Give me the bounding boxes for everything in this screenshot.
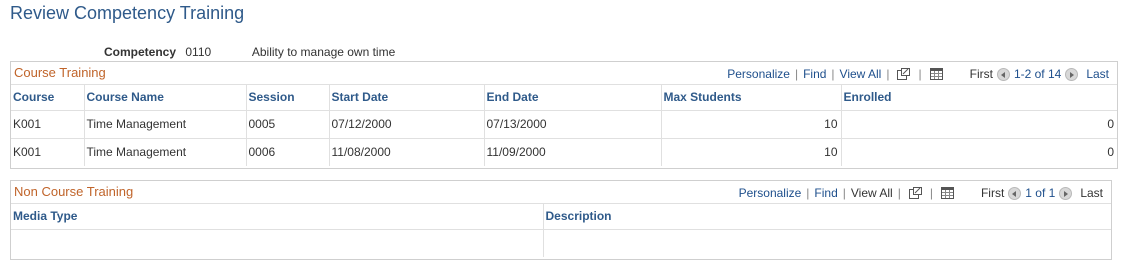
next-arrow-icon[interactable] — [1065, 67, 1079, 81]
column-header-max-students[interactable]: Max Students — [661, 85, 842, 111]
column-header-media-type[interactable]: Media Type — [11, 204, 544, 230]
non-course-training-header: Non Course Training Personalize | Find |… — [11, 181, 1111, 204]
first-label: First — [980, 186, 1005, 200]
row-count: 1 of 1 — [1025, 186, 1056, 200]
course-training-title: Course Training — [14, 65, 106, 80]
course-training-nav: Personalize | Find | View All | | First … — [727, 67, 1109, 81]
previous-arrow-icon — [1008, 186, 1022, 200]
column-header-end-date[interactable]: End Date — [484, 85, 662, 111]
row-count: 1-2 of 14 — [1013, 67, 1062, 81]
new-window-icon[interactable] — [908, 187, 922, 199]
cell-max-students: 10 — [661, 138, 842, 166]
cell-description — [543, 229, 1111, 257]
last-label: Last — [1080, 186, 1103, 200]
previous-arrow-icon[interactable] — [996, 67, 1010, 81]
cell-end-date: 07/13/2000 — [484, 110, 662, 139]
cell-enrolled: 0 — [1107, 145, 1114, 160]
new-window-icon[interactable] — [897, 68, 911, 80]
table-row: K001 Time Management 0005 07/12/2000 07/… — [11, 110, 1117, 139]
view-all-text: View All — [850, 186, 893, 200]
table-row: K001 Time Management 0006 11/08/2000 11/… — [11, 138, 1117, 166]
column-header-start-date[interactable]: Start Date — [329, 85, 485, 111]
cell-media-type — [11, 229, 544, 257]
course-training-table: Course Course Name Session Start Date En… — [11, 85, 1117, 166]
page-title: Review Competency Training — [10, 3, 245, 23]
column-header-description[interactable]: Description — [543, 204, 1111, 230]
cell-max-students: 10 — [661, 110, 842, 139]
cell-enrolled: 0 — [841, 110, 1117, 139]
column-header-course-name[interactable]: Course Name — [84, 85, 247, 111]
find-link[interactable]: Find — [803, 67, 826, 81]
competency-info: Competency 0110 Ability to manage own ti… — [104, 45, 395, 59]
cell-start-date: 07/12/2000 — [329, 110, 485, 139]
cell-course: K001 — [11, 138, 85, 166]
cell-end-date: 11/09/2000 — [484, 138, 662, 166]
column-header-course[interactable]: Course — [11, 85, 85, 111]
course-training-grid: Course Training Personalize | Find | Vie… — [10, 61, 1118, 169]
next-arrow-icon — [1059, 186, 1073, 200]
cell-course: K001 — [11, 110, 85, 139]
grid-download-icon[interactable] — [929, 68, 943, 80]
cell-session: 0005 — [246, 110, 330, 139]
cell-start-date: 11/08/2000 — [329, 138, 485, 166]
last-link[interactable]: Last — [1086, 67, 1109, 81]
column-header-enrolled[interactable]: Enrolled — [841, 85, 1117, 111]
competency-description: Ability to manage own time — [251, 45, 396, 59]
cell-session: 0006 — [246, 138, 330, 166]
view-all-link[interactable]: View All — [840, 67, 882, 81]
non-course-training-nav: Personalize | Find | View All | | First … — [738, 186, 1103, 200]
grid-download-icon[interactable] — [940, 187, 954, 199]
personalize-link[interactable]: Personalize — [727, 67, 790, 81]
cell-course-name: Time Management — [84, 138, 247, 166]
cell-course-name: Time Management — [84, 110, 247, 139]
non-course-training-table: Media Type Description — [11, 204, 1111, 257]
table-row — [11, 229, 1111, 257]
competency-label: Competency — [104, 45, 177, 59]
column-header-session[interactable]: Session — [246, 85, 330, 111]
find-link[interactable]: Find — [814, 186, 837, 200]
competency-code: 0110 — [185, 45, 212, 59]
course-training-header: Course Training Personalize | Find | Vie… — [11, 62, 1117, 85]
non-course-training-title: Non Course Training — [14, 184, 134, 199]
non-course-training-grid: Non Course Training Personalize | Find |… — [10, 180, 1112, 260]
personalize-link[interactable]: Personalize — [739, 186, 802, 200]
first-label: First — [969, 67, 993, 81]
